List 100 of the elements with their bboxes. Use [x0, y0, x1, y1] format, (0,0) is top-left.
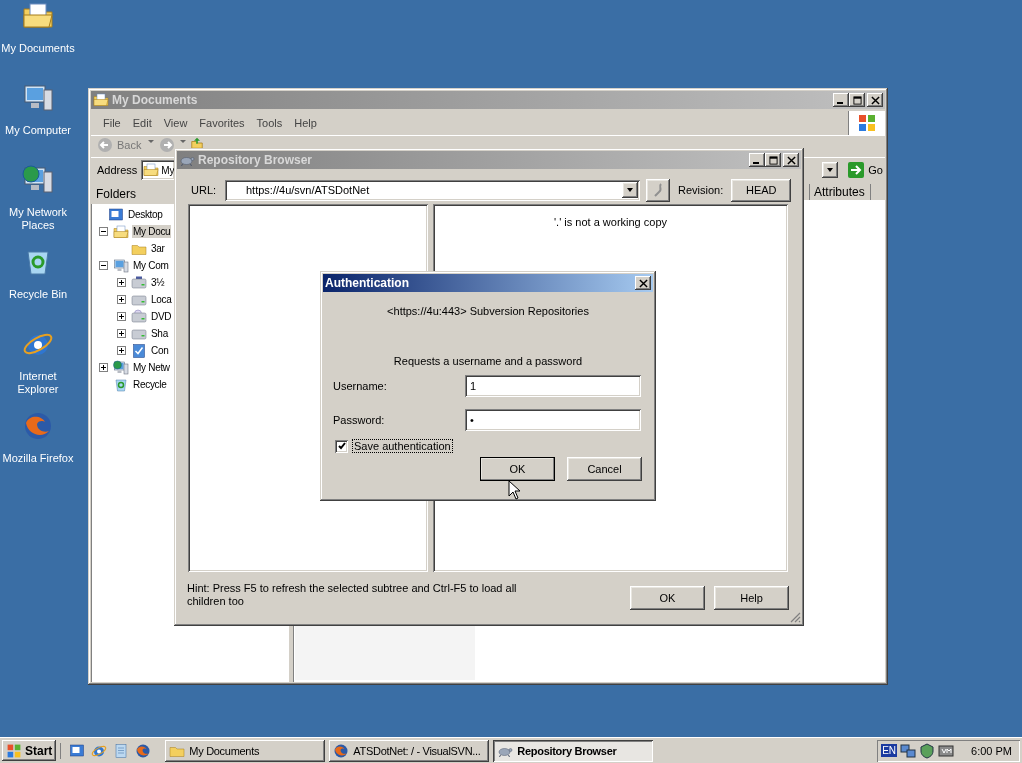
mouse-pointer-icon: [508, 480, 520, 500]
caret-icon: [826, 166, 835, 174]
dropdown-button[interactable]: [622, 182, 638, 198]
caret-icon[interactable]: [147, 137, 156, 145]
dialog-button[interactable]: Help: [714, 586, 789, 610]
menu-item[interactable]: Favorites: [193, 117, 251, 129]
clock: 6:00 PM: [971, 744, 1012, 757]
dialog-button[interactable]: Cancel: [567, 457, 642, 481]
browse-button[interactable]: [646, 178, 670, 202]
documents-folder-icon: [113, 223, 129, 240]
checkbox-label[interactable]: Save authentication: [352, 439, 453, 453]
close-icon: [786, 155, 796, 165]
pane-title: Folders: [96, 187, 136, 201]
password-field[interactable]: •: [465, 409, 641, 431]
window-title: My Documents: [112, 93, 198, 107]
url-combobox[interactable]: https://4u/svn/ATSDotNet: [225, 179, 640, 201]
desktop-icon-label[interactable]: My Computer: [5, 124, 71, 137]
username-field[interactable]: 1: [465, 375, 641, 397]
tree-item[interactable]: 3ar: [150, 242, 166, 255]
taskbar-button[interactable]: ATSDotNet: / - VisualSVN...: [329, 739, 490, 762]
window-title: Authentication: [325, 276, 409, 290]
tree-item[interactable]: Loca: [150, 293, 173, 306]
tree-item[interactable]: Desktop: [127, 208, 164, 221]
realm-text: <https://4u:443> Subversion Repositories: [387, 305, 589, 317]
prompt-text: Requests a username and a password: [393, 355, 583, 367]
start-button[interactable]: Start: [2, 740, 57, 761]
computer-icon: [113, 257, 129, 274]
disc-drive-icon: [131, 308, 147, 325]
documents-folder-icon: [143, 162, 160, 178]
taskbar-button[interactable]: Repository Browser: [493, 739, 654, 762]
desktop-icon-label[interactable]: Internet Explorer: [0, 370, 76, 396]
expander-icon[interactable]: [117, 346, 126, 355]
tree-item[interactable]: Sha: [150, 327, 169, 340]
close-icon: [870, 95, 880, 105]
window-title: Repository Browser: [198, 153, 313, 167]
revision-button[interactable]: HEAD: [731, 178, 792, 202]
tree-item[interactable]: 3½: [150, 276, 166, 289]
desktop-icon-label[interactable]: My Documents: [1, 42, 75, 55]
recycle-bin-icon: [113, 376, 129, 393]
dropdown-button[interactable]: [822, 162, 839, 178]
network-computer-icon: [113, 359, 129, 376]
windows-flag-icon: [857, 113, 877, 133]
tree-item[interactable]: Con: [150, 344, 170, 357]
expander-icon[interactable]: [117, 329, 126, 338]
tree-item[interactable]: My Netw: [132, 361, 171, 374]
vm-icon[interactable]: [938, 742, 955, 759]
expander-icon[interactable]: [117, 278, 126, 287]
url-label: URL:: [191, 184, 218, 196]
maximize-icon: [852, 95, 862, 105]
minimize-icon: [753, 162, 759, 164]
desktop-icon-label[interactable]: Mozilla Firefox: [2, 452, 74, 465]
revision-label: Revision:: [678, 184, 724, 196]
checkmark-icon: [336, 441, 347, 451]
menu-item[interactable]: View: [157, 117, 194, 129]
network-computer-icon[interactable]: [22, 164, 54, 196]
computer-icon[interactable]: [22, 82, 54, 114]
column-header[interactable]: Attributes: [810, 184, 871, 200]
control-panel-icon: [131, 342, 147, 359]
menu-item[interactable]: Tools: [250, 117, 289, 129]
address-field[interactable]: My: [141, 160, 176, 180]
address-label: Address: [97, 164, 138, 176]
menu-item[interactable]: File: [97, 117, 127, 129]
maximize-icon: [768, 155, 778, 165]
close-button[interactable]: [635, 276, 651, 290]
resize-grip-icon[interactable]: [789, 611, 801, 623]
expander-icon[interactable]: [117, 295, 126, 304]
dialog-button[interactable]: OK: [630, 586, 705, 610]
arrow-icon: [848, 162, 865, 178]
expander-icon[interactable]: [99, 363, 108, 372]
tree-item[interactable]: DVD: [150, 310, 173, 323]
desktop-icon-label[interactable]: My Network Places: [0, 206, 76, 232]
windows-flag-icon: [6, 742, 22, 759]
field-label: Password:: [333, 414, 386, 426]
documents-folder-icon: [93, 92, 109, 108]
network-icon[interactable]: [900, 742, 917, 759]
dialog-button[interactable]: OK: [480, 457, 555, 481]
desktop-icon[interactable]: [69, 742, 86, 759]
caret-icon[interactable]: [179, 137, 188, 145]
fox-globe-icon[interactable]: [135, 742, 152, 759]
minimize-icon: [837, 102, 843, 104]
field-label: Username:: [333, 380, 388, 392]
menu-item[interactable]: Edit: [126, 117, 158, 129]
menu-item[interactable]: Help: [288, 117, 323, 129]
go-button[interactable]: Go: [846, 162, 885, 178]
desktop-icon-label[interactable]: Recycle Bin: [8, 288, 68, 301]
close-icon: [638, 278, 648, 288]
fox-globe-icon: [333, 742, 350, 759]
expander-icon[interactable]: [99, 227, 108, 236]
desktop-icon: [108, 206, 124, 223]
floppy-drive-icon: [131, 274, 147, 291]
checkbox[interactable]: [335, 439, 348, 453]
status-message: '.' is not a working copy: [554, 216, 667, 230]
expander-icon[interactable]: [117, 312, 126, 321]
tree-item[interactable]: Recycle: [132, 378, 168, 391]
language-indicator[interactable]: EN: [881, 744, 898, 757]
tree-item[interactable]: My Docu: [132, 225, 172, 238]
tree-item[interactable]: My Com: [132, 259, 170, 272]
taskbar-button[interactable]: My Documents: [165, 739, 326, 762]
shield-icon[interactable]: [919, 742, 936, 759]
expander-icon[interactable]: [99, 261, 108, 270]
